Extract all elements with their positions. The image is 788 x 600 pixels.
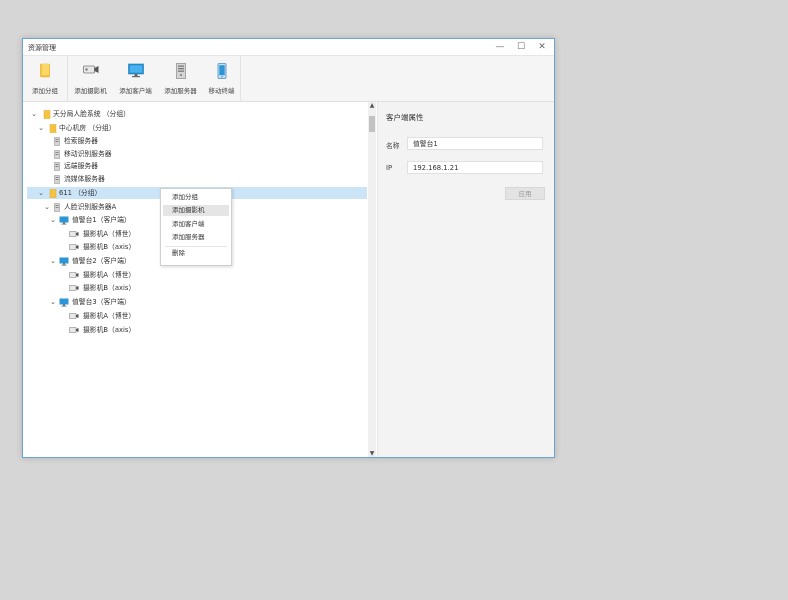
chevron-down-icon[interactable]: ⌄ bbox=[49, 296, 57, 308]
add-client-label: 添加客户端 bbox=[119, 87, 152, 95]
add-client-tool-button[interactable]: 添加客户端 bbox=[113, 56, 158, 101]
tree-node-label: 摄影机A（博世） bbox=[83, 230, 136, 238]
properties-panel: 客户端属性 名称 值警台1 IP 192.168.1.21 应用 bbox=[377, 102, 554, 457]
tree-node[interactable]: 流媒体服务器 bbox=[27, 173, 357, 185]
chevron-down-icon[interactable]: ⌄ bbox=[37, 122, 45, 134]
tree-node[interactable]: 摄影机A（博世） bbox=[27, 269, 357, 281]
tree-node-label: 值警台3（客户端） bbox=[72, 298, 131, 306]
context-add-group[interactable]: 添加分组 bbox=[163, 192, 229, 203]
tree-node-label: 远端服务器 bbox=[64, 162, 98, 170]
camera-icon bbox=[69, 327, 79, 333]
tree-node[interactable]: 检索服务器 bbox=[27, 135, 357, 147]
context-delete[interactable]: 删除 bbox=[163, 248, 229, 259]
camera-icon bbox=[69, 231, 79, 237]
context-add-camera[interactable]: 添加摄影机 bbox=[163, 205, 229, 216]
ip-field[interactable]: 192.168.1.21 bbox=[407, 161, 543, 174]
camera-icon bbox=[69, 272, 79, 278]
monitor-icon bbox=[59, 298, 69, 307]
add-camera-label: 添加摄影机 bbox=[74, 87, 107, 95]
add-server-label: 添加服务器 bbox=[164, 87, 197, 95]
server-icon bbox=[175, 63, 186, 79]
chevron-down-icon[interactable]: ⌄ bbox=[49, 255, 57, 267]
tree-node-label: 摄影机B（axis） bbox=[83, 284, 136, 292]
tree-node-label: 中心机房 （分组） bbox=[59, 124, 116, 132]
resource-manager-window: 资源管理 — ☐ ✕ 添加分组 添加摄影机 添加客户端 添加服务器 移动终端 ⌄… bbox=[22, 38, 555, 458]
folder-icon bbox=[40, 63, 50, 78]
add-server-tool-button[interactable]: 添加服务器 bbox=[158, 56, 203, 101]
title-bar[interactable]: 资源管理 — ☐ ✕ bbox=[23, 39, 554, 56]
window-title: 资源管理 bbox=[28, 44, 56, 52]
folder-icon bbox=[49, 124, 57, 133]
context-menu: 添加分组 添加摄影机 添加客户端 添加服务器 删除 bbox=[160, 188, 232, 266]
tree-node-label: 检索服务器 bbox=[64, 137, 98, 145]
scroll-up-icon[interactable]: ▲ bbox=[368, 102, 376, 109]
camera-icon bbox=[69, 313, 79, 319]
tree-node[interactable]: ⌄ 天分局人脸系统 （分组） bbox=[27, 108, 357, 120]
chevron-down-icon[interactable]: ⌄ bbox=[43, 201, 51, 213]
mobile-terminal-tool-button[interactable]: 移动终端 bbox=[203, 56, 240, 101]
camera-icon bbox=[69, 285, 79, 291]
tree-node[interactable]: 摄影机B（axis） bbox=[27, 324, 357, 336]
server-icon bbox=[54, 162, 60, 171]
camera-icon bbox=[69, 244, 79, 250]
folder-icon bbox=[49, 189, 57, 198]
tree-scrollbar[interactable]: ▲ ▼ bbox=[368, 102, 376, 457]
tree-node-label: 摄影机B（axis） bbox=[83, 326, 136, 334]
tree-node-label: 摄影机A（博世） bbox=[83, 271, 136, 279]
add-group-label: 添加分组 bbox=[32, 87, 58, 95]
camera-icon bbox=[82, 65, 98, 74]
monitor-icon bbox=[59, 216, 69, 225]
context-menu-divider bbox=[165, 246, 227, 247]
monitor-icon bbox=[127, 63, 144, 78]
scroll-down-icon[interactable]: ▼ bbox=[368, 450, 376, 457]
maximize-button[interactable]: ☐ bbox=[511, 41, 531, 53]
minimize-button[interactable]: — bbox=[490, 41, 510, 53]
ip-label: IP bbox=[386, 164, 393, 172]
chevron-down-icon[interactable]: ⌄ bbox=[30, 108, 38, 120]
tree-node-label: 值警台1（客户端） bbox=[72, 216, 131, 224]
toolbar: 添加分组 添加摄影机 添加客户端 添加服务器 移动终端 bbox=[23, 56, 554, 102]
name-field[interactable]: 值警台1 bbox=[407, 137, 543, 150]
tree-node-label: 流媒体服务器 bbox=[64, 175, 105, 183]
tree-node[interactable]: ⌄ 中心机房 （分组） bbox=[27, 122, 357, 134]
server-icon bbox=[54, 150, 60, 159]
tree-node[interactable]: 远端服务器 bbox=[27, 160, 357, 172]
tree-node[interactable]: 摄影机A（博世） bbox=[27, 310, 357, 322]
scrollbar-thumb[interactable] bbox=[369, 116, 375, 132]
tree-node-label: 摄影机A（博世） bbox=[83, 312, 136, 320]
resource-tree[interactable]: ⌄ 天分局人脸系统 （分组） ⌄ 中心机房 （分组） 检索服务器 移动识别服务器… bbox=[23, 102, 368, 457]
properties-title: 客户端属性 bbox=[386, 113, 424, 122]
tree-node-label: 移动识别服务器 bbox=[64, 150, 112, 158]
context-add-client[interactable]: 添加客户端 bbox=[163, 219, 229, 230]
server-icon bbox=[54, 175, 60, 184]
folder-icon bbox=[43, 110, 51, 119]
tree-node-label: 值警台2（客户端） bbox=[72, 257, 131, 265]
close-button[interactable]: ✕ bbox=[532, 41, 552, 53]
tree-node[interactable]: 摄影机B（axis） bbox=[27, 282, 357, 294]
server-icon bbox=[54, 203, 60, 212]
context-add-server[interactable]: 添加服务器 bbox=[163, 232, 229, 243]
tree-node[interactable]: 移动识别服务器 bbox=[27, 148, 357, 160]
tree-node-label: 摄影机B（axis） bbox=[83, 243, 136, 251]
tree-node-label: 天分局人脸系统 （分组） bbox=[53, 110, 130, 118]
chevron-down-icon[interactable]: ⌄ bbox=[49, 214, 57, 226]
mobile-icon bbox=[217, 63, 226, 79]
tree-node-label: 611 （分组） bbox=[59, 189, 102, 197]
apply-button[interactable]: 应用 bbox=[505, 187, 545, 200]
tree-node-label: 人脸识别服务器A bbox=[64, 203, 117, 211]
monitor-icon bbox=[59, 257, 69, 266]
add-group-tool-button[interactable]: 添加分组 bbox=[23, 56, 67, 101]
mobile-terminal-label: 移动终端 bbox=[208, 87, 235, 95]
add-camera-tool-button[interactable]: 添加摄影机 bbox=[68, 56, 113, 101]
name-label: 名称 bbox=[386, 142, 400, 150]
toolbar-divider bbox=[240, 56, 241, 101]
tree-node[interactable]: ⌄ 值警台3（客户端） bbox=[27, 296, 357, 308]
server-icon bbox=[54, 137, 60, 146]
chevron-down-icon[interactable]: ⌄ bbox=[37, 187, 45, 199]
